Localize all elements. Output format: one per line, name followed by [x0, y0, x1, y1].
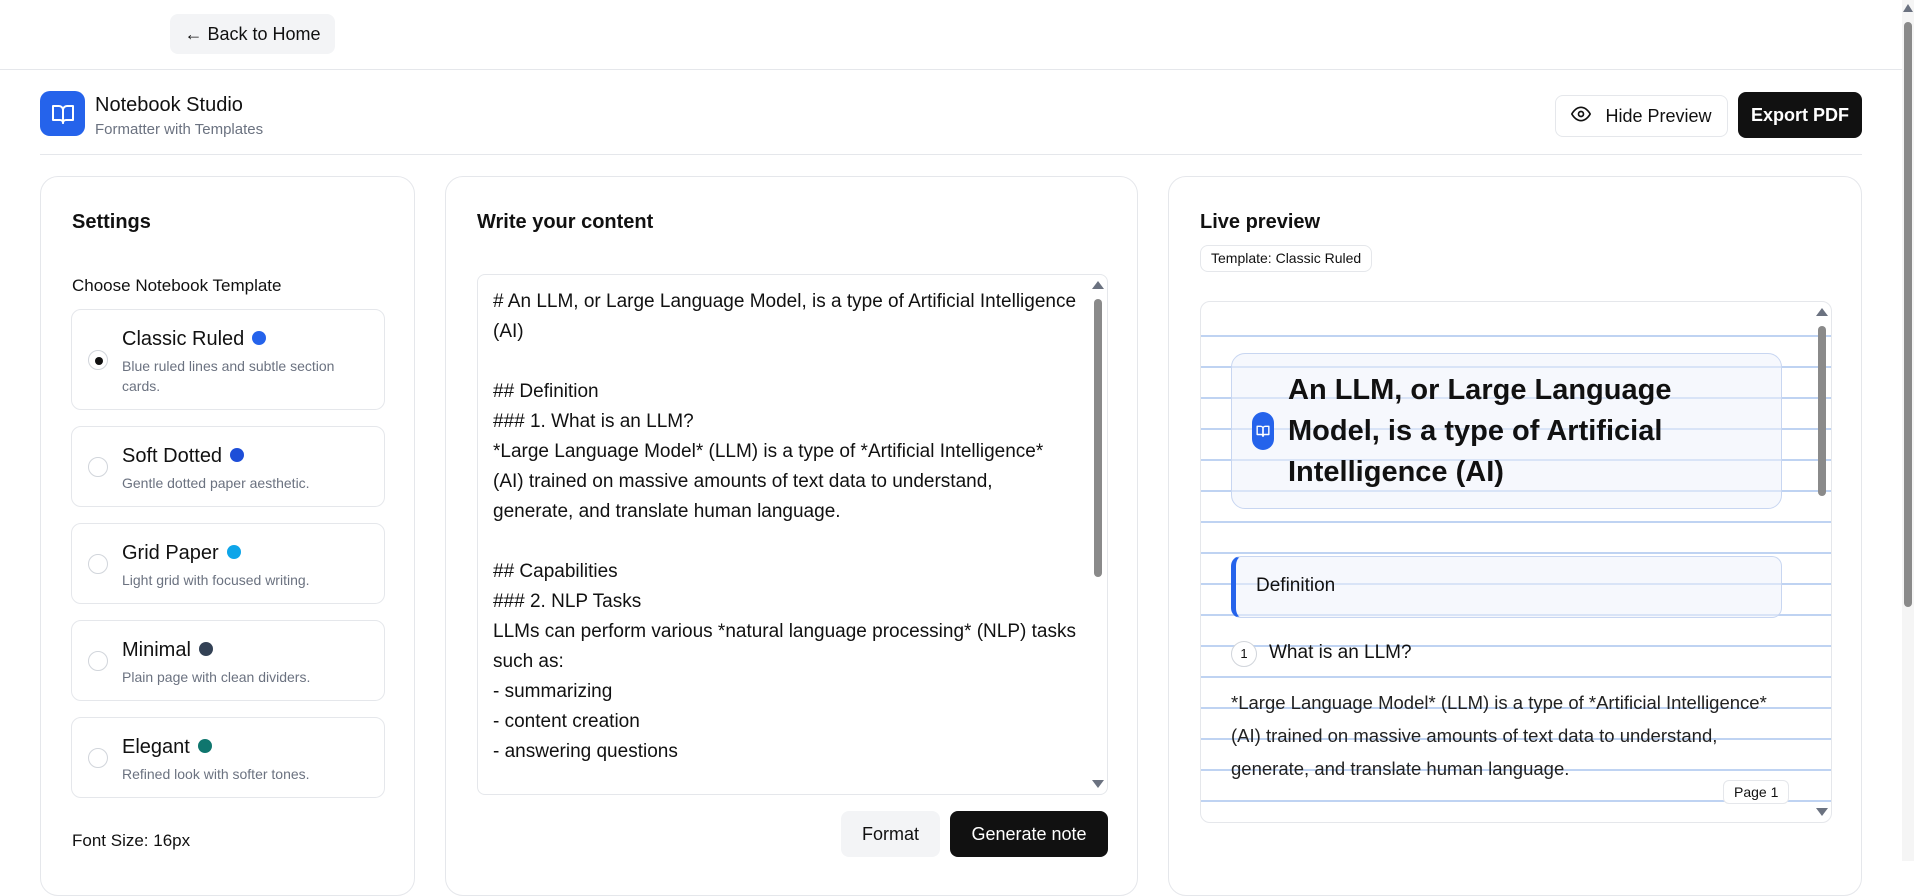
- scroll-down-icon[interactable]: [1092, 780, 1104, 788]
- page-scrollbar[interactable]: [1902, 0, 1914, 861]
- font-size-label: Font Size: 16px: [72, 831, 191, 850]
- color-dot: [197, 738, 212, 753]
- template-desc: Blue ruled lines and subtle section card…: [122, 358, 335, 394]
- color-dot: [252, 330, 267, 345]
- radio-grid-paper[interactable]: [88, 554, 108, 574]
- scroll-up-icon[interactable]: [1816, 308, 1828, 316]
- template-name: Elegant: [122, 736, 190, 758]
- scroll-up-icon[interactable]: [1903, 4, 1913, 12]
- brand-title: Notebook Studio: [95, 94, 243, 116]
- preview-section-card: Definition: [1231, 556, 1782, 618]
- template-desc: Refined look with softer tones.: [122, 766, 310, 782]
- open-book-icon: [1252, 412, 1274, 450]
- template-option-soft-dotted[interactable]: Soft Dotted Gentle dotted paper aestheti…: [71, 426, 385, 507]
- template-desc: Plain page with clean dividers.: [122, 669, 311, 685]
- scroll-down-icon[interactable]: [1816, 808, 1828, 816]
- color-dot: [198, 641, 213, 656]
- hide-preview-label: Hide Preview: [1605, 105, 1712, 126]
- editor-title: Write your content: [477, 211, 654, 233]
- preview-scroll-thumb[interactable]: [1818, 326, 1826, 496]
- preview-panel: Live preview Template: Classic Ruled An …: [1168, 176, 1862, 896]
- editor-scroll-thumb[interactable]: [1094, 299, 1102, 577]
- editor-panel: Write your content # An LLM, or Large La…: [445, 176, 1138, 896]
- template-option-classic-ruled[interactable]: Classic Ruled Blue ruled lines and subtl…: [71, 309, 385, 410]
- format-button[interactable]: Format: [841, 811, 940, 857]
- color-dot: [226, 544, 241, 559]
- preview-page-badge: Page 1: [1723, 780, 1790, 804]
- top-bar: ← Back to Home: [0, 0, 1914, 70]
- page-scroll-thumb[interactable]: [1904, 22, 1912, 607]
- template-desc: Gentle dotted paper aesthetic.: [122, 475, 310, 491]
- preview-section-title: Definition: [1256, 575, 1336, 596]
- export-pdf-button[interactable]: Export PDF: [1738, 92, 1862, 138]
- preview-sub-title: What is an LLM?: [1269, 642, 1412, 663]
- preview-title: Live preview: [1200, 211, 1321, 233]
- template-name: Classic Ruled: [122, 328, 245, 350]
- scroll-up-icon[interactable]: [1092, 281, 1104, 289]
- template-desc: Light grid with focused writing.: [122, 572, 310, 588]
- radio-elegant[interactable]: [88, 748, 108, 768]
- eye-icon: [1571, 104, 1592, 129]
- preview-page: An LLM, or Large Language Model, is a ty…: [1200, 301, 1832, 823]
- hide-preview-button[interactable]: Hide Preview: [1555, 95, 1728, 137]
- template-badge: Template: Classic Ruled: [1200, 245, 1373, 272]
- preview-scrollbar[interactable]: [1815, 306, 1829, 818]
- template-option-elegant[interactable]: Elegant Refined look with softer tones.: [71, 717, 385, 798]
- preview-doc-title: An LLM, or Large Language Model, is a ty…: [1288, 374, 1672, 488]
- preview-title-card: An LLM, or Large Language Model, is a ty…: [1231, 353, 1782, 509]
- template-label: Choose Notebook Template: [72, 276, 282, 295]
- app-header: Notebook Studio Formatter with Templates…: [40, 91, 1862, 155]
- color-dot: [230, 447, 245, 462]
- radio-classic-ruled[interactable]: [88, 350, 108, 370]
- content-text[interactable]: # An LLM, or Large Language Model, is a …: [493, 287, 1078, 767]
- template-option-grid-paper[interactable]: Grid Paper Light grid with focused writi…: [71, 523, 385, 604]
- radio-soft-dotted[interactable]: [88, 457, 108, 477]
- content-textarea[interactable]: # An LLM, or Large Language Model, is a …: [477, 274, 1108, 795]
- preview-body-text: *Large Language Model* (LLM) is a type o…: [1231, 692, 1767, 779]
- template-name: Grid Paper: [122, 542, 219, 564]
- radio-minimal[interactable]: [88, 651, 108, 671]
- back-to-home-button[interactable]: ← Back to Home: [170, 14, 335, 54]
- template-name: Minimal: [122, 639, 191, 661]
- settings-panel: Settings Choose Notebook Template Classi…: [40, 176, 415, 896]
- template-name: Soft Dotted: [122, 445, 223, 467]
- generate-note-button[interactable]: Generate note: [950, 811, 1108, 857]
- settings-title: Settings: [72, 211, 151, 233]
- editor-scrollbar[interactable]: [1091, 279, 1105, 790]
- brand-subtitle: Formatter with Templates: [95, 121, 264, 138]
- template-option-minimal[interactable]: Minimal Plain page with clean dividers.: [71, 620, 385, 701]
- preview-sub-number: 1: [1231, 641, 1257, 667]
- open-book-icon: [40, 91, 85, 136]
